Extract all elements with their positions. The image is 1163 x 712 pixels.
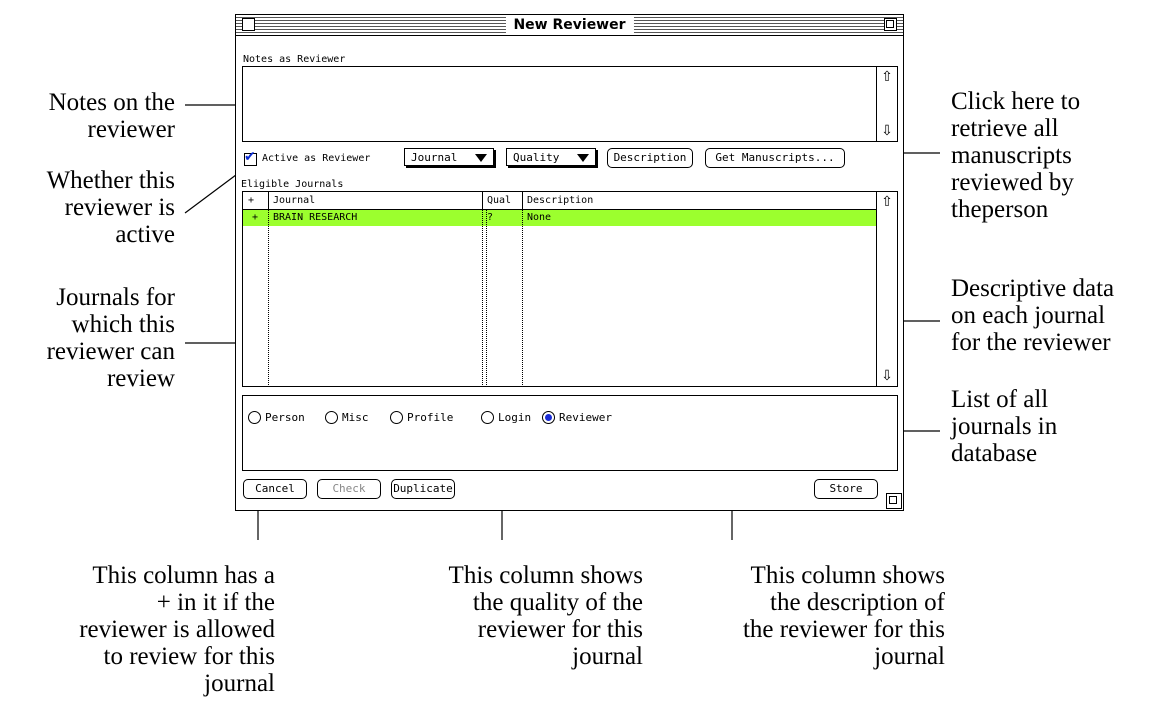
radio-person-label: Person bbox=[265, 411, 305, 424]
cell-qual: ? bbox=[487, 212, 494, 223]
duplicate-button[interactable]: Duplicate bbox=[391, 479, 455, 499]
radio-login-label: Login bbox=[498, 411, 532, 424]
annotation-plus-column: This column has a + in it if the reviewe… bbox=[79, 562, 275, 697]
journal-popup[interactable]: Journal bbox=[404, 148, 494, 166]
column-header-plus[interactable]: + bbox=[245, 192, 267, 209]
radio-login[interactable]: Login bbox=[481, 411, 531, 425]
column-divider bbox=[486, 210, 487, 385]
journal-popup-label: Journal bbox=[411, 151, 458, 164]
radio-misc[interactable]: Misc bbox=[325, 411, 369, 425]
radio-profile-label: Profile bbox=[407, 411, 454, 424]
radio-misc-label: Misc bbox=[342, 411, 369, 424]
column-divider bbox=[522, 192, 523, 209]
list-header: + Journal Qual Description bbox=[243, 192, 876, 210]
notes-scrollbar[interactable]: ⇧ ⇩ bbox=[876, 67, 897, 141]
notes-label: Notes as Reviewer bbox=[243, 54, 346, 65]
radio-on-icon bbox=[542, 411, 555, 424]
annotation-list-all-journals: List of all journals in database bbox=[951, 386, 1058, 467]
annotation-get-manuscripts: Click here to retrieve all manuscripts r… bbox=[951, 88, 1081, 223]
scroll-up-arrow-icon[interactable]: ⇧ bbox=[877, 192, 897, 212]
list-scrollbar[interactable]: ⇧ ⇩ bbox=[876, 192, 897, 386]
radio-off-icon bbox=[248, 411, 261, 424]
record-type-group bbox=[242, 395, 898, 471]
radio-off-icon bbox=[481, 411, 494, 424]
radio-reviewer[interactable]: Reviewer bbox=[542, 411, 612, 425]
active-label: Active as Reviewer bbox=[262, 153, 371, 164]
annotation-desc-column: This column shows the description of the… bbox=[742, 562, 945, 670]
active-checkbox[interactable] bbox=[244, 149, 257, 166]
annotation-journals: Journals for which this reviewer can rev… bbox=[46, 284, 175, 392]
store-button[interactable]: Store bbox=[814, 479, 878, 499]
column-divider bbox=[482, 192, 483, 209]
popup-triangle-icon bbox=[577, 154, 589, 162]
annotation-active: Whether this reviewer is active bbox=[46, 167, 175, 248]
column-divider bbox=[522, 210, 523, 385]
column-header-description[interactable]: Description bbox=[524, 192, 864, 209]
radio-person[interactable]: Person bbox=[248, 411, 305, 425]
get-manuscripts-button[interactable]: Get Manuscripts... bbox=[705, 148, 845, 168]
window-title: New Reviewer bbox=[505, 16, 634, 34]
quality-popup-label: Quality bbox=[513, 151, 560, 164]
scroll-up-arrow-icon[interactable]: ⇧ bbox=[877, 67, 897, 87]
notes-field[interactable]: ⇧ ⇩ bbox=[242, 66, 898, 142]
annotation-qual-column: This column shows the quality of the rev… bbox=[448, 562, 643, 670]
radio-reviewer-label: Reviewer bbox=[559, 411, 612, 424]
popup-triangle-icon bbox=[475, 154, 487, 162]
cell-plus: + bbox=[252, 212, 259, 223]
scroll-down-arrow-icon[interactable]: ⇩ bbox=[877, 366, 897, 386]
annotation-notes: Notes on the reviewer bbox=[48, 89, 175, 143]
cell-journal: BRAIN RESEARCH bbox=[273, 212, 358, 223]
new-reviewer-window: New Reviewer Notes as Reviewer ⇧ ⇩ Activ… bbox=[235, 14, 904, 511]
close-box-icon[interactable] bbox=[242, 18, 255, 31]
eligible-journals-label: Eligible Journals bbox=[241, 179, 344, 190]
description-button[interactable]: Description bbox=[607, 148, 693, 168]
quality-popup[interactable]: Quality bbox=[506, 148, 596, 166]
zoom-box-icon[interactable] bbox=[884, 18, 897, 31]
column-header-journal[interactable]: Journal bbox=[270, 192, 480, 209]
column-divider bbox=[268, 210, 269, 385]
column-divider bbox=[268, 192, 269, 209]
eligible-journals-list[interactable]: + Journal Qual Description + BRAIN RESEA… bbox=[242, 191, 898, 387]
title-bar[interactable]: New Reviewer bbox=[236, 15, 903, 36]
annotation-descriptive-data: Descriptive data on each journal for the… bbox=[951, 275, 1115, 356]
cell-description: None bbox=[527, 212, 552, 223]
radio-off-icon bbox=[390, 411, 403, 424]
cancel-button[interactable]: Cancel bbox=[243, 479, 307, 499]
table-row[interactable]: + BRAIN RESEARCH ? None bbox=[243, 210, 876, 226]
radio-profile[interactable]: Profile bbox=[390, 411, 453, 425]
radio-off-icon bbox=[325, 411, 338, 424]
grow-box-icon[interactable] bbox=[886, 493, 902, 509]
column-divider bbox=[482, 210, 483, 385]
column-header-qual[interactable]: Qual bbox=[484, 192, 520, 209]
check-button[interactable]: Check bbox=[317, 479, 381, 499]
scroll-down-arrow-icon[interactable]: ⇩ bbox=[877, 121, 897, 141]
